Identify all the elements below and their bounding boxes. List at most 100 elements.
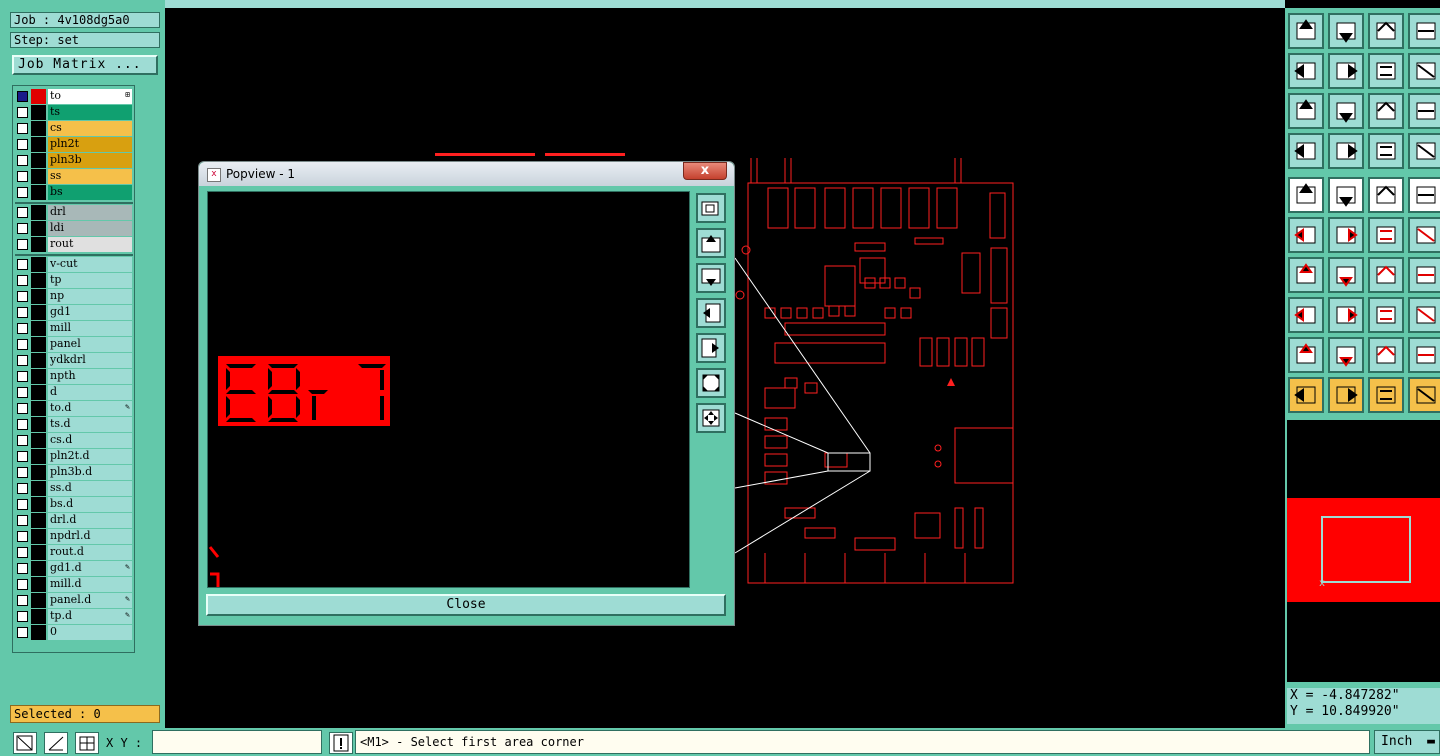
toolbar-button-help[interactable] (1408, 93, 1440, 129)
layer-name[interactable]: v-cut (48, 257, 132, 272)
grid-mode-button[interactable] (75, 732, 99, 754)
layer-name[interactable]: npth (48, 369, 132, 384)
layer-name[interactable]: ts.d (48, 417, 132, 432)
toolbar-button-ruler[interactable] (1368, 177, 1404, 213)
layer-checkbox[interactable] (17, 139, 28, 150)
layer-checkbox[interactable] (17, 371, 28, 382)
layer-checkbox[interactable] (17, 107, 28, 118)
layer-row[interactable]: to ⊞ (15, 89, 133, 104)
layer-row[interactable]: npdrl.d (15, 529, 133, 544)
layer-row[interactable]: bs (15, 185, 133, 200)
alert-button[interactable] (329, 732, 353, 754)
layer-name[interactable]: panel (48, 337, 132, 352)
layer-row[interactable]: 0 (15, 625, 133, 640)
layer-color-swatch[interactable] (31, 369, 46, 384)
layer-row[interactable]: bs.d (15, 497, 133, 512)
layer-color-swatch[interactable] (31, 433, 46, 448)
layer-checkbox[interactable] (17, 579, 28, 590)
toolbar-button-zoom-fit[interactable] (1288, 93, 1324, 129)
layer-row[interactable]: gd1.d ✎ (15, 561, 133, 576)
toolbar-button-shape[interactable] (1408, 297, 1440, 333)
layer-row[interactable]: np (15, 289, 133, 304)
layer-checkbox[interactable] (17, 435, 28, 446)
popview-close-button[interactable]: Close (206, 594, 726, 616)
layer-color-swatch[interactable] (31, 105, 46, 120)
layer-row[interactable]: mill.d (15, 577, 133, 592)
layer-name[interactable]: pln2t (48, 137, 132, 152)
layer-name[interactable]: panel.d (48, 593, 132, 608)
layer-row[interactable]: ldi (15, 221, 133, 236)
layer-checkbox[interactable] (17, 611, 28, 622)
layer-name[interactable]: mill (48, 321, 132, 336)
layer-checkbox[interactable] (17, 419, 28, 430)
layer-color-swatch[interactable] (31, 545, 46, 560)
toolbar-button-swap[interactable] (1368, 53, 1404, 89)
layer-name[interactable]: mill.d (48, 577, 132, 592)
layer-checkbox[interactable] (17, 239, 28, 250)
layer-color-swatch[interactable] (31, 185, 46, 200)
layer-row[interactable]: cs (15, 121, 133, 136)
layer-checkbox[interactable] (17, 323, 28, 334)
layer-name[interactable]: tp.d (48, 609, 132, 624)
layer-color-swatch[interactable] (31, 89, 46, 104)
layer-color-swatch[interactable] (31, 205, 46, 220)
snap-mode-button[interactable] (13, 732, 37, 754)
toolbar-button-netlist[interactable] (1368, 133, 1404, 169)
popview-zoom-window-button[interactable] (696, 193, 726, 223)
layer-color-swatch[interactable] (31, 221, 46, 236)
toolbar-button-rotate[interactable] (1368, 257, 1404, 293)
layer-checkbox[interactable] (17, 171, 28, 182)
toolbar-button-frame[interactable] (1408, 13, 1440, 49)
layer-row[interactable]: ss (15, 169, 133, 184)
toolbar-button-arch-alt[interactable] (1408, 337, 1440, 373)
toolbar-button-pad-select[interactable] (1288, 177, 1324, 213)
layer-row[interactable]: d (15, 385, 133, 400)
layer-row[interactable]: gd1 (15, 305, 133, 320)
layer-checkbox[interactable] (17, 355, 28, 366)
layer-row[interactable]: pln2t (15, 137, 133, 152)
layer-checkbox[interactable] (17, 91, 28, 102)
toolbar-button-probe[interactable] (1328, 133, 1364, 169)
layer-color-swatch[interactable] (31, 577, 46, 592)
layer-color-swatch[interactable] (31, 497, 46, 512)
overview-map[interactable]: x (1287, 420, 1440, 682)
toolbar-button-arch[interactable] (1368, 337, 1404, 373)
popview-pan-down-button[interactable] (696, 263, 726, 293)
layer-checkbox[interactable] (17, 155, 28, 166)
toolbar-button-area-select[interactable] (1328, 177, 1364, 213)
layer-checkbox[interactable] (17, 187, 28, 198)
layer-name[interactable]: tp (48, 273, 132, 288)
layer-color-swatch[interactable] (31, 305, 46, 320)
measure-mode-button[interactable] (44, 732, 68, 754)
popview-titlebar[interactable]: x Popview - 1 (199, 162, 734, 186)
layer-color-swatch[interactable] (31, 337, 46, 352)
layer-row[interactable]: cs.d (15, 433, 133, 448)
layer-row[interactable]: ts.d (15, 417, 133, 432)
toolbar-button-measure[interactable] (1368, 297, 1404, 333)
layer-name[interactable]: npdrl.d (48, 529, 132, 544)
layer-row[interactable]: pln3b.d (15, 465, 133, 480)
layer-color-swatch[interactable] (31, 121, 46, 136)
toolbar-button-mirror[interactable] (1408, 257, 1440, 293)
layer-color-swatch[interactable] (31, 273, 46, 288)
toolbar-button-pin[interactable] (1368, 217, 1404, 253)
layer-row[interactable]: tp.d ✎ (15, 609, 133, 624)
layer-color-swatch[interactable] (31, 625, 46, 640)
layer-color-swatch[interactable] (31, 385, 46, 400)
layer-checkbox[interactable] (17, 451, 28, 462)
layer-checkbox[interactable] (17, 499, 28, 510)
layer-name[interactable]: to.d (48, 401, 132, 416)
toolbar-button-netlist-alt[interactable] (1408, 133, 1440, 169)
layer-row[interactable]: pln2t.d (15, 449, 133, 464)
layer-checkbox[interactable] (17, 531, 28, 542)
layer-checkbox[interactable] (17, 275, 28, 286)
layer-checkbox[interactable] (17, 291, 28, 302)
layer-name[interactable]: cs.d (48, 433, 132, 448)
layer-checkbox[interactable] (17, 123, 28, 134)
layer-row[interactable]: rout (15, 237, 133, 252)
layer-name[interactable]: rout (48, 237, 132, 252)
layer-color-swatch[interactable] (31, 353, 46, 368)
layer-name[interactable]: drl.d (48, 513, 132, 528)
toolbar-button-minus[interactable] (1328, 297, 1364, 333)
layer-row[interactable]: mill (15, 321, 133, 336)
